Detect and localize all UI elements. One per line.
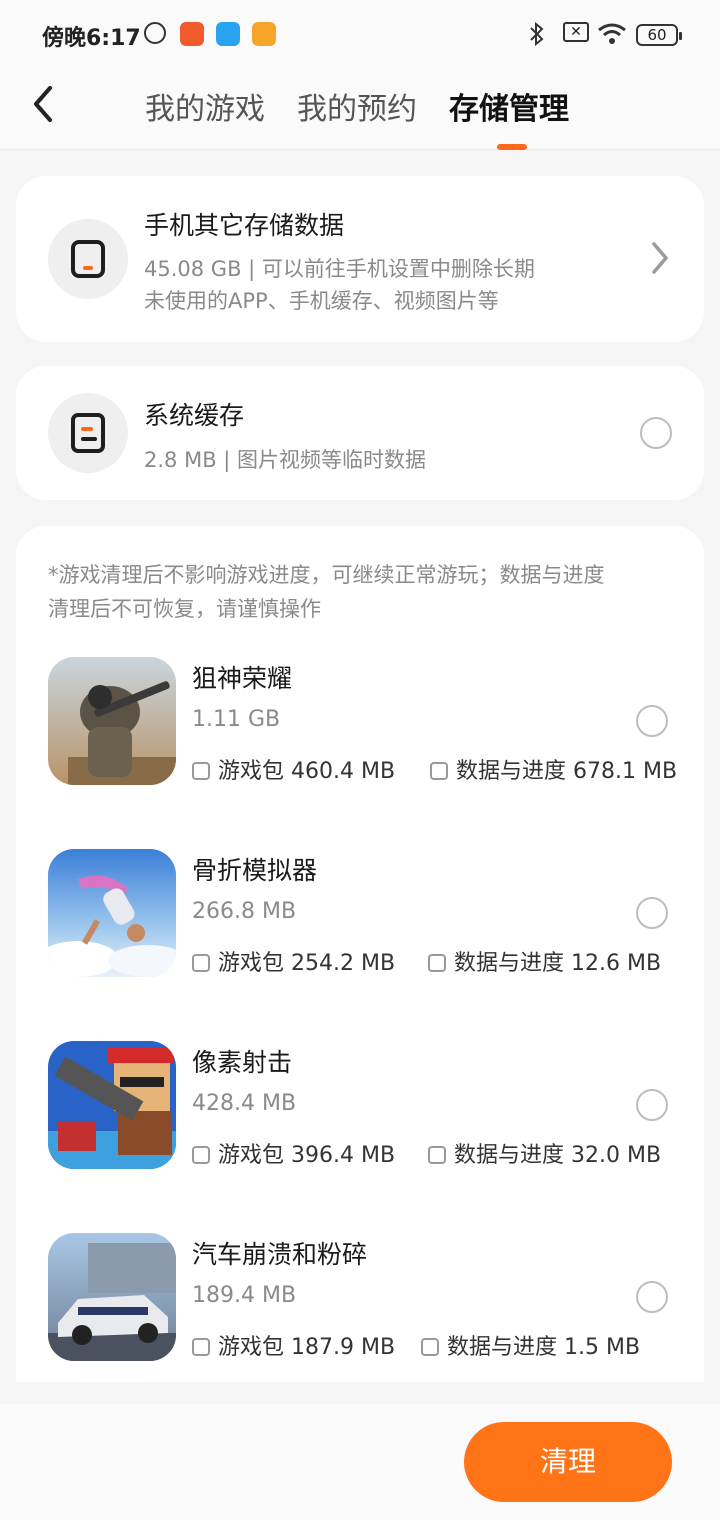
game-item-sniper[interactable]: 狙神荣耀 1.11 GB 游戏包 460.4 MB 数据与进度 678.1 MB [16, 657, 704, 797]
game-select-radio[interactable] [636, 1089, 668, 1121]
game-name: 像素射击 [192, 1048, 293, 1077]
bottom-action-bar: 清理 [0, 1404, 720, 1520]
game-package-checkbox[interactable]: 游戏包 396.4 MB [192, 1137, 395, 1169]
system-cache-title: 系统缓存 [144, 401, 245, 430]
wifi-icon [597, 22, 627, 51]
other-storage-subtitle-2: 未使用的APP、手机缓存、视频图片等 [144, 289, 499, 313]
status-time: 傍晚6:17 [42, 26, 141, 51]
back-button[interactable] [28, 82, 68, 126]
game-item-pixel-gun[interactable]: 像素射击 428.4 MB 游戏包 396.4 MB 数据与进度 32.0 MB [16, 1041, 704, 1181]
chevron-left-icon [34, 86, 52, 122]
game-package-checkbox[interactable]: 游戏包 254.2 MB [192, 945, 395, 977]
tab-my-games[interactable]: 我的游戏 [145, 84, 265, 128]
game-data-checkbox[interactable]: 数据与进度 1.5 MB [421, 1329, 640, 1361]
tab-my-reservations[interactable]: 我的预约 [297, 84, 417, 128]
game-data-checkbox[interactable]: 数据与进度 32.0 MB [428, 1137, 661, 1169]
game-name: 汽车崩溃和粉碎 [192, 1240, 368, 1269]
cleanup-notice: *游戏清理后不影响游戏进度，可继续正常游玩；数据与进度 清理后不可恢复，请谨慎操… [48, 563, 605, 621]
status-bar: 傍晚6:17 ✕ 60 [0, 0, 720, 70]
phone-icon [48, 219, 128, 299]
game-size: 189.4 MB [192, 1283, 297, 1308]
notes-app-icon [252, 22, 276, 46]
clean-button[interactable]: 清理 [464, 1422, 672, 1502]
browser-app-icon [216, 22, 240, 46]
game-size: 428.4 MB [192, 1091, 297, 1116]
other-storage-subtitle-1: 45.08 GB | 可以前往手机设置中删除长期 [144, 257, 535, 281]
games-storage-card: *游戏清理后不影响游戏进度，可继续正常游玩；数据与进度 清理后不可恢复，请谨慎操… [16, 526, 704, 1382]
game-thumbnail-sniper [48, 657, 176, 785]
game-size: 1.11 GB [192, 707, 281, 732]
sim-icon: ✕ [563, 22, 589, 42]
tab-storage-management[interactable]: 存储管理 [449, 84, 569, 128]
game-select-radio[interactable] [636, 897, 668, 929]
top-nav: 我的游戏 我的预约 存储管理 [0, 70, 720, 150]
game-package-checkbox[interactable]: 游戏包 460.4 MB [192, 753, 395, 785]
other-storage-title: 手机其它存储数据 [144, 211, 345, 240]
game-thumbnail-car-crash [48, 1233, 176, 1361]
system-cache-radio[interactable] [640, 417, 672, 449]
document-icon [48, 393, 128, 473]
game-thumbnail-pixel-gun [48, 1041, 176, 1169]
video-app-icon [180, 22, 204, 46]
game-select-radio[interactable] [636, 1281, 668, 1313]
system-cache-subtitle: 2.8 MB | 图片视频等临时数据 [144, 448, 427, 472]
other-storage-card[interactable]: 手机其它存储数据 45.08 GB | 可以前往手机设置中删除长期 未使用的AP… [16, 176, 704, 342]
game-data-checkbox[interactable]: 数据与进度 12.6 MB [428, 945, 661, 977]
game-data-checkbox[interactable]: 数据与进度 678.1 MB [430, 753, 677, 785]
chevron-right-icon [648, 238, 672, 285]
game-name: 骨折模拟器 [192, 856, 318, 885]
game-item-car-crash[interactable]: 汽车崩溃和粉碎 189.4 MB 游戏包 187.9 MB 数据与进度 1.5 … [16, 1233, 704, 1373]
game-name: 狙神荣耀 [192, 664, 293, 693]
battery-icon: 60 [636, 24, 682, 46]
game-item-ragdoll[interactable]: 骨折模拟器 266.8 MB 游戏包 254.2 MB 数据与进度 12.6 M… [16, 849, 704, 989]
alarm-icon [144, 22, 166, 44]
game-select-radio[interactable] [636, 705, 668, 737]
game-package-checkbox[interactable]: 游戏包 187.9 MB [192, 1329, 395, 1361]
bluetooth-icon [528, 21, 546, 51]
system-cache-card[interactable]: 系统缓存 2.8 MB | 图片视频等临时数据 [16, 366, 704, 500]
game-thumbnail-ragdoll [48, 849, 176, 977]
game-size: 266.8 MB [192, 899, 297, 924]
active-tab-indicator [497, 144, 527, 150]
